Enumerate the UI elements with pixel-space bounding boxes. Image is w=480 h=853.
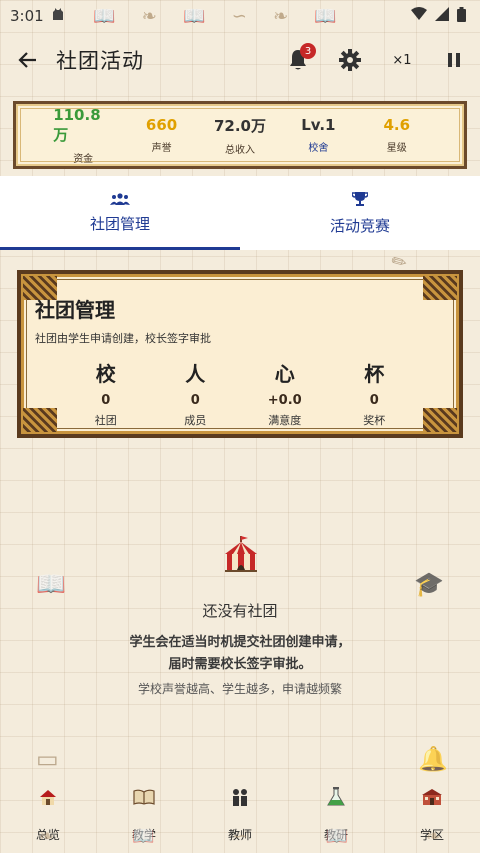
nav-label: 教学 (131, 828, 156, 842)
arrow-left-icon (18, 52, 36, 68)
back-button[interactable] (0, 36, 56, 84)
people-icon (110, 192, 130, 205)
graduation-cap-deco-icon: 🎓 (414, 570, 444, 598)
frame-corner (423, 276, 457, 300)
stat-label: 声誉 (151, 143, 172, 154)
person-glyph: 人 (185, 362, 206, 386)
card-subtitle: 社团由学生申请创建，校长签字审批 (35, 332, 211, 345)
nav-teaching[interactable]: 教学 (104, 780, 184, 843)
club-stat-label: 奖杯 (363, 414, 386, 427)
empty-state-title: 还没有社团 (202, 602, 278, 620)
club-stat-value: 0 (369, 393, 379, 408)
club-stat-value: +0.0 (267, 393, 302, 408)
speed-label: ×1 (392, 52, 412, 68)
battery-icon (457, 6, 466, 26)
app-notification-icon (52, 7, 64, 25)
signal-icon (435, 7, 449, 25)
book-icon (133, 786, 155, 808)
empty-state-hint: 学校声誉越高、学生越多，申请越频繁 (137, 682, 342, 696)
description-line: 届时需要校长签字审批。 (168, 657, 312, 672)
stat-label: 星级 (386, 143, 407, 154)
stat-star-rating: 4.6 星级 (367, 116, 427, 154)
bell-deco-icon: 🔔 (418, 745, 448, 773)
book-deco-icon: 📖 (183, 5, 206, 27)
stat-label: 资金 (73, 153, 94, 165)
school-icon (421, 786, 443, 808)
scroll-deco-icon: ∽ (231, 5, 247, 27)
teachers-icon (229, 786, 251, 808)
book-deco-icon: 📖 (314, 5, 337, 27)
pause-button[interactable] (428, 36, 480, 84)
bottom-navigation: 总览 教学 教师 教研 学区 (0, 780, 480, 843)
club-stat-value: 0 (101, 393, 111, 408)
desk-deco-icon: ▭ (36, 745, 59, 773)
open-book-deco-icon: 📖 (36, 570, 66, 598)
nav-label: 总览 (35, 828, 60, 842)
club-stat-members: 人 0 成员 (160, 358, 230, 428)
page-title: 社团活动 (56, 49, 144, 73)
stat-total-income: 72.0万 总收入 (210, 115, 270, 156)
nav-teachers[interactable]: 教师 (200, 780, 280, 843)
leaf-deco-icon: ❧ (141, 5, 157, 27)
club-stat-label: 社团 (94, 414, 117, 427)
gear-icon (339, 49, 361, 71)
club-stat-value: 0 (190, 393, 200, 408)
resources-panel: 110.8万 资金 660 声誉 72.0万 总收入 Lv.1 校舍 4.6 星… (13, 101, 467, 169)
nav-overview[interactable]: 总览 (8, 780, 88, 843)
heart-glyph: 心 (274, 362, 295, 386)
stat-label: 校舍 (308, 143, 329, 154)
empty-state-description: 学生会在适当时机提交社团创建申请， 届时需要校长签字审批。 (0, 632, 480, 676)
settings-button[interactable] (324, 36, 376, 84)
nav-label: 教师 (227, 828, 252, 842)
flask-icon (325, 786, 347, 808)
club-stat-satisfaction: 心 +0.0 满意度 (250, 358, 320, 428)
club-management-card: 社团管理 社团由学生申请创建，校长签字审批 校 0 社团 人 0 成员 心 +0… (17, 270, 463, 438)
tab-bar: 社团管理 活动竞赛 (0, 176, 480, 250)
tab-club-management[interactable]: 社团管理 (0, 176, 240, 250)
school-glyph: 校 (95, 362, 116, 386)
stat-value: 660 (145, 116, 178, 134)
club-stats: 校 0 社团 人 0 成员 心 +0.0 满意度 杯 0 奖杯 (61, 358, 419, 428)
book-deco-icon: 📖 (93, 5, 116, 27)
stat-value: Lv.1 (301, 116, 336, 134)
house-icon (37, 786, 59, 808)
stat-campus-level: Lv.1 校舍 (288, 116, 348, 154)
cup-glyph: 杯 (364, 362, 385, 386)
stat-value: 4.6 (383, 116, 411, 134)
frame-corner (423, 408, 457, 432)
tab-competitions[interactable]: 活动竞赛 (240, 176, 480, 250)
stat-label: 总收入 (224, 144, 255, 156)
trophy-icon (352, 191, 368, 206)
tab-label: 社团管理 (89, 214, 150, 233)
notifications-button[interactable]: 3 (272, 36, 324, 84)
club-stat-label: 成员 (184, 414, 207, 427)
nav-research[interactable]: 教研 (296, 780, 376, 843)
club-stat-clubs: 校 0 社团 (71, 358, 141, 428)
wifi-icon (411, 7, 427, 25)
nav-school-district[interactable]: 学区 (392, 780, 472, 843)
nav-label: 学区 (419, 828, 444, 842)
club-stat-label: 满意度 (268, 414, 302, 427)
frame-corner (23, 408, 57, 432)
tab-label: 活动竞赛 (329, 216, 390, 235)
leaf-deco-icon: ❧ (273, 5, 289, 27)
notification-badge: 3 (300, 43, 316, 59)
stat-funds: 110.8万 资金 (53, 106, 113, 165)
stat-value: 110.8万 (53, 105, 101, 144)
status-time: 3:01 (10, 7, 44, 25)
description-line: 学生会在适当时机提交社团创建申请， (129, 635, 351, 650)
pause-icon (448, 53, 460, 67)
speed-button[interactable]: ×1 (376, 36, 428, 84)
club-stat-trophies: 杯 0 奖杯 (339, 358, 409, 428)
app-bar: 社团活动 3 ×1 (0, 36, 480, 84)
nav-label: 教研 (323, 828, 348, 842)
circus-tent-icon (225, 536, 257, 572)
stat-reputation: 660 声誉 (132, 116, 192, 154)
card-title: 社团管理 (35, 298, 115, 322)
header-decoration: 📖 ❧ 📖 ∽ ❧ 📖 (80, 2, 350, 30)
stat-value: 72.0万 (213, 116, 266, 135)
